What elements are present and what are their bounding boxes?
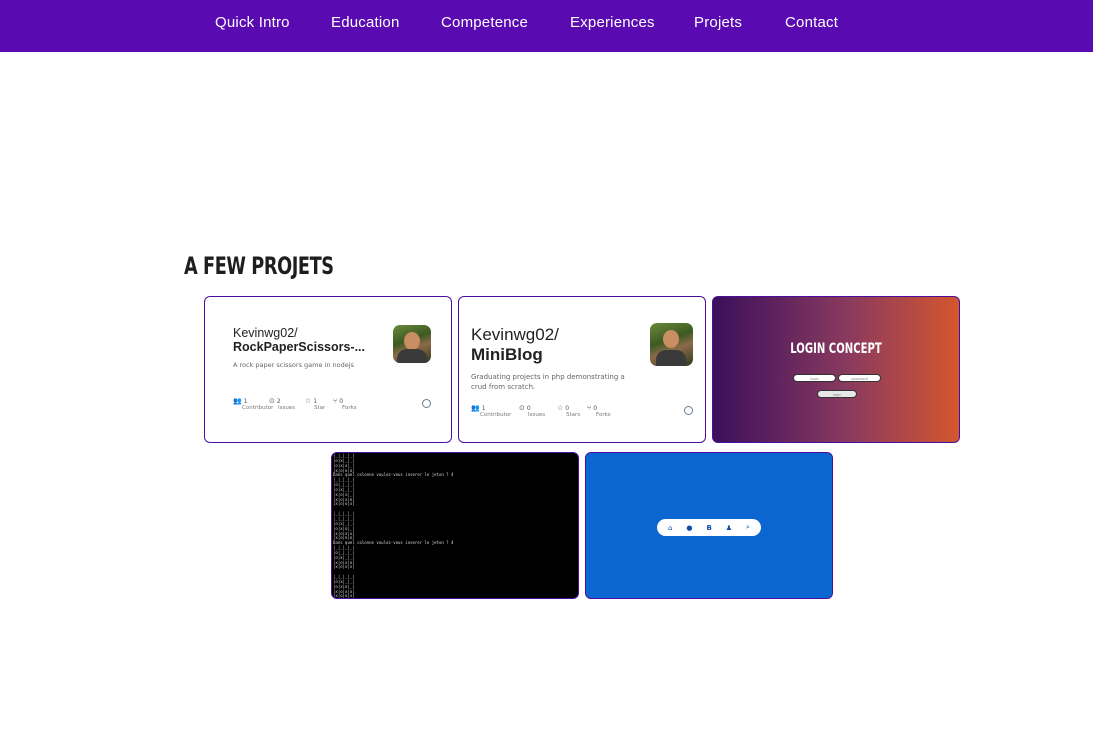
nav-education[interactable]: Education	[331, 14, 400, 31]
nav-quick-intro[interactable]: Quick Intro	[215, 14, 290, 31]
terminal-output: |_|_|_|_| |o|x|_|_| |o|x|x|_| |x|o|o|o| …	[333, 453, 454, 599]
github-icon	[684, 406, 693, 415]
repo-stats: 👥 1 Contributor ⊙ 2 Issues ☆ 1 Star ⑂ 0 Forks	[233, 397, 369, 411]
project-card-login-concept[interactable]: LOGIN CONCEPT login password login	[712, 296, 960, 443]
project-card-terminal[interactable]: |_|_|_|_| |o|x|_|_| |o|x|x|_| |x|o|o|o| …	[331, 452, 579, 599]
repo-description: A rock paper scissors game in nodejs	[233, 361, 354, 369]
nav-contact[interactable]: Contact	[785, 14, 838, 31]
github-icon	[422, 399, 431, 408]
nav-experiences[interactable]: Experiences	[570, 14, 655, 31]
avatar	[393, 325, 431, 363]
issue-icon: ⊙	[269, 397, 275, 405]
bootstrap-icon: B	[706, 523, 712, 532]
nav-competence[interactable]: Competence	[441, 14, 528, 31]
repo-owner: Kevinwg02/	[233, 326, 298, 340]
repo-owner: Kevinwg02/	[471, 325, 559, 344]
repo-name: MiniBlog	[471, 345, 543, 364]
login-concept-title: LOGIN CONCEPT	[790, 341, 882, 357]
stat-stars: ☆ 0 Stars	[557, 404, 581, 418]
repo-description: Graduating projects in php demonstrating…	[471, 373, 625, 391]
home-icon: ⌂	[667, 523, 673, 532]
stat-forks: ⑂ 0 Forks	[333, 397, 357, 411]
fork-icon: ⑂	[333, 397, 338, 405]
stat-stars: ☆ 1 Star	[305, 397, 326, 411]
people-icon: 👥	[233, 397, 242, 405]
fork-icon: ⑂	[587, 404, 592, 412]
repo-stats: 👥 1 Contributor ⊙ 0 Issues ☆ 0 Stars ⑂ 0 Forks	[471, 404, 623, 418]
project-card-miniblog[interactable]: Kevinwg02/ MiniBlog Graduating projects …	[458, 296, 706, 443]
project-card-navbar[interactable]: ⌂ ● B ♟ ⌕	[585, 452, 833, 599]
login-field: login	[793, 374, 836, 382]
section-title: A FEW PROJETS	[184, 252, 334, 280]
star-icon: ☆	[305, 397, 312, 405]
user-icon: ●	[686, 523, 693, 532]
navbar-preview: ⌂ ● B ♟ ⌕	[657, 519, 761, 536]
top-navigation: Quick Intro Education Competence Experie…	[0, 0, 1093, 52]
repo-name: RockPaperScissors-...	[233, 340, 366, 354]
stat-contributors: 👥 1 Contributor	[471, 404, 512, 418]
search-icon: ⌕	[746, 523, 750, 531]
issue-icon: ⊙	[519, 404, 525, 412]
project-card-rockpaperscissors[interactable]: Kevinwg02/ RockPaperScissors-... A rock …	[204, 296, 452, 443]
stat-issues: ⊙ 2 Issues	[269, 397, 296, 411]
stat-issues: ⊙ 0 Issues	[519, 404, 546, 418]
avatar	[650, 323, 693, 366]
people-icon: 👥	[471, 404, 480, 412]
stat-forks: ⑂ 0 Forks	[587, 404, 611, 418]
stat-contributors: 👥 1 Contributor	[233, 397, 274, 411]
password-field: password	[838, 374, 881, 382]
star-icon: ☆	[557, 404, 564, 412]
people-icon: ♟	[725, 523, 733, 532]
nav-projets[interactable]: Projets	[694, 14, 742, 31]
login-button: login	[817, 390, 857, 398]
